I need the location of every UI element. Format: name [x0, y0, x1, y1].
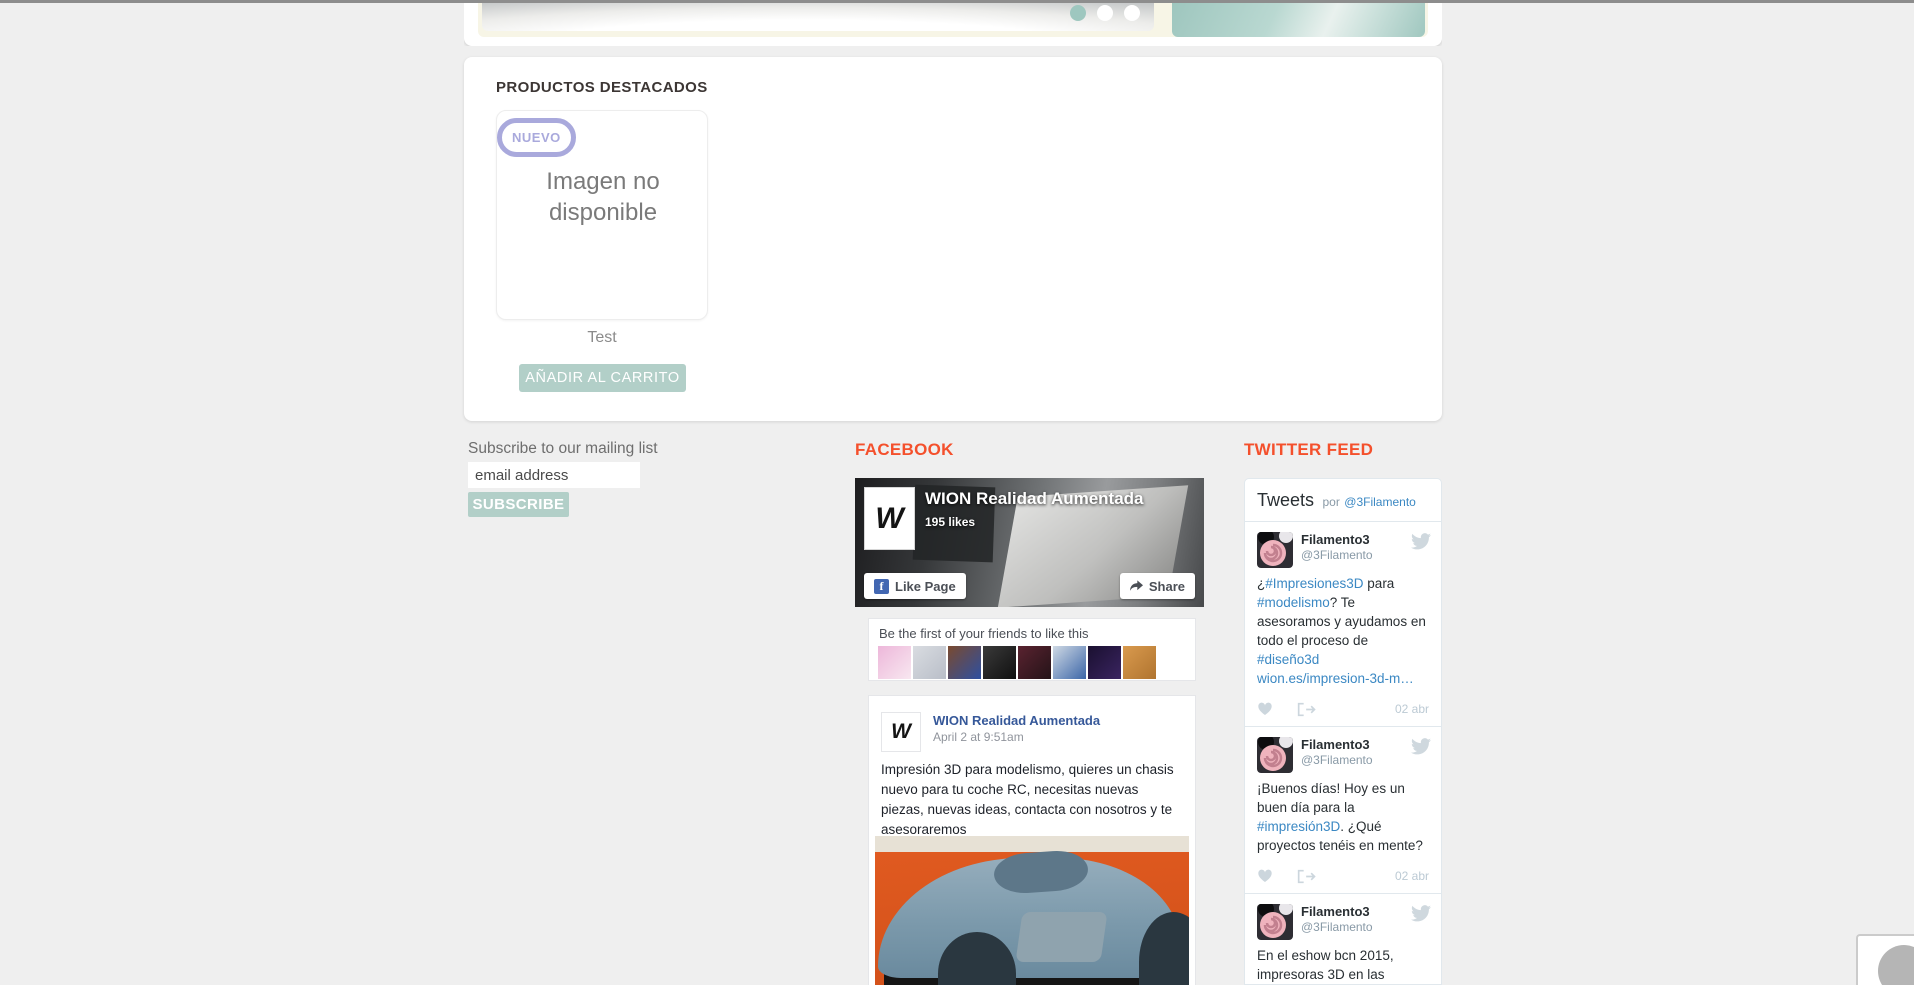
- tweet-author-name[interactable]: Filamento3: [1301, 904, 1429, 919]
- twitter-section-heading: TWITTER FEED: [1244, 440, 1374, 459]
- twitter-timeline-widget: Tweets por @3Filamento Filamento3 @3Filam…: [1244, 478, 1442, 985]
- like-heart-icon[interactable]: [1257, 868, 1273, 884]
- export-tweet-icon[interactable]: [1297, 702, 1317, 717]
- post-text: Impresión 3D para modelismo, quieres un …: [881, 762, 1174, 837]
- like-heart-icon[interactable]: [1257, 701, 1273, 717]
- newsletter-subscribe-button[interactable]: SUBSCRIBE: [468, 492, 569, 517]
- like-page-label: Like Page: [895, 578, 956, 594]
- product-image-placeholder: Imagen no disponible: [546, 168, 660, 226]
- tweet-author-handle[interactable]: @3Filamento: [1301, 920, 1429, 934]
- friend-avatar: [983, 646, 1016, 679]
- facebook-likes-count: 195 likes: [925, 515, 976, 529]
- tweet-link[interactable]: #modelismo: [1257, 595, 1330, 610]
- tweet: Filamento3 @3Filamento ¿#Impresiones3D par…: [1245, 521, 1441, 726]
- facebook-section-heading: FACEBOOK: [855, 440, 954, 459]
- featured-products-heading: PRODUCTOS DESTACADOS: [496, 79, 708, 96]
- tweet-author-avatar[interactable]: [1257, 737, 1293, 773]
- add-to-cart-button[interactable]: AÑADIR AL CARRITO: [519, 364, 686, 392]
- newsletter-email-input[interactable]: [468, 462, 640, 488]
- product-tile[interactable]: NUEVO Imagen no disponible: [496, 110, 708, 320]
- share-label: Share: [1148, 578, 1185, 594]
- tweet-text-segment: ¿: [1257, 576, 1266, 591]
- tweet-author-name[interactable]: Filamento3: [1301, 737, 1429, 752]
- tweet-text: ¿#Impresiones3D para #modelismo? Te ases…: [1257, 574, 1429, 688]
- friend-avatar: [878, 646, 911, 679]
- tweet-text-segment: En el eshow bcn 2015, impresoras 3D en l…: [1257, 948, 1394, 982]
- friend-avatar: [1123, 646, 1156, 679]
- facebook-cover: W WION Realidad Aumentada 195 likes f Li…: [855, 478, 1204, 607]
- share-arrow-icon: [1129, 580, 1143, 592]
- tweet-date[interactable]: 02 abr: [1395, 702, 1429, 716]
- tweet-link[interactable]: #diseño3d: [1257, 652, 1319, 667]
- post-author-avatar[interactable]: W: [881, 712, 921, 752]
- tweet: Filamento3 @3Filamento En el eshow bcn 201…: [1245, 893, 1441, 984]
- post-author-link[interactable]: WION Realidad Aumentada: [933, 713, 1100, 728]
- facebook-friends-box: Be the first of your friends to like thi…: [868, 618, 1196, 681]
- friend-avatar: [913, 646, 946, 679]
- facebook-page-logo[interactable]: W: [864, 487, 915, 550]
- facebook-post: W WION Realidad Aumentada April 2 at 9:5…: [868, 695, 1196, 985]
- tweet-text-segment: ¡Buenos días! Hoy es un buen día para la: [1257, 781, 1405, 815]
- tweets-by-label: por: [1322, 495, 1340, 509]
- twitter-widget-header: Tweets por @3Filamento: [1245, 479, 1441, 521]
- tweet-link[interactable]: #Impresiones3D: [1265, 576, 1363, 591]
- corner-widget-glyph: [1878, 945, 1914, 985]
- tweet-link[interactable]: #impresión3D: [1257, 819, 1340, 834]
- product-name[interactable]: Test: [496, 329, 708, 347]
- page-background: PRODUCTOS DESTACADOS NUEVO Imagen no dis…: [0, 0, 1914, 985]
- tweet-date[interactable]: 02 abr: [1395, 869, 1429, 883]
- friend-avatar: [1053, 646, 1086, 679]
- facebook-page-name[interactable]: WION Realidad Aumentada: [925, 489, 1144, 509]
- tweet-author-avatar[interactable]: [1257, 904, 1293, 940]
- tweet-author-handle[interactable]: @3Filamento: [1301, 548, 1429, 562]
- facebook-f-icon: f: [874, 578, 889, 594]
- tweet-footer: 02 abr: [1257, 701, 1429, 717]
- friends-prompt-text: Be the first of your friends to like thi…: [879, 626, 1089, 641]
- newsletter-label: Subscribe to our mailing list: [468, 440, 658, 457]
- car-photo-side-window: [1015, 912, 1108, 962]
- friend-avatar: [1018, 646, 1051, 679]
- share-button[interactable]: Share: [1119, 573, 1195, 599]
- new-badge: NUEVO: [497, 118, 576, 157]
- carousel-strip: [464, 3, 1442, 46]
- twitter-bird-icon[interactable]: [1411, 905, 1431, 922]
- tweet-text: ¡Buenos días! Hoy es un buen día para la…: [1257, 779, 1429, 855]
- car-photo-wall: [875, 836, 1189, 852]
- corner-widget-button[interactable]: [1856, 934, 1914, 985]
- friend-avatar: [1088, 646, 1121, 679]
- tweet-text: En el eshow bcn 2015, impresoras 3D en l…: [1257, 946, 1429, 984]
- export-tweet-icon[interactable]: [1297, 869, 1317, 884]
- carousel-dot-2[interactable]: [1097, 5, 1113, 21]
- like-page-button[interactable]: f Like Page: [864, 573, 966, 599]
- friend-avatar: [948, 646, 981, 679]
- tweet-link[interactable]: wion.es/impresion-3d-m…: [1257, 671, 1414, 686]
- tweet: Filamento3 @3Filamento ¡Buenos días! Hoy e…: [1245, 726, 1441, 893]
- tweet-text-segment: para: [1363, 576, 1395, 591]
- friends-avatar-row: [878, 646, 1156, 679]
- tweet-footer: 02 abr: [1257, 868, 1429, 884]
- featured-products-card: PRODUCTOS DESTACADOS NUEVO Imagen no dis…: [464, 57, 1442, 421]
- twitter-bird-icon[interactable]: [1411, 533, 1431, 550]
- tweet-author-name[interactable]: Filamento3: [1301, 532, 1429, 547]
- carousel-next-slide-preview[interactable]: [1172, 3, 1425, 37]
- carousel-dots: [1070, 5, 1140, 21]
- post-timestamp[interactable]: April 2 at 9:51am: [933, 730, 1024, 744]
- tweet-author-avatar[interactable]: [1257, 532, 1293, 568]
- twitter-bird-icon[interactable]: [1411, 738, 1431, 755]
- carousel-dot-3[interactable]: [1124, 5, 1140, 21]
- post-image-3d-printed-car[interactable]: [875, 836, 1189, 985]
- carousel-dot-1[interactable]: [1070, 5, 1086, 21]
- tweet-author-handle[interactable]: @3Filamento: [1301, 753, 1429, 767]
- tweets-title: Tweets: [1257, 490, 1315, 510]
- carousel-slide-image[interactable]: [482, 3, 1154, 31]
- twitter-handle-link[interactable]: @3Filamento: [1344, 495, 1416, 509]
